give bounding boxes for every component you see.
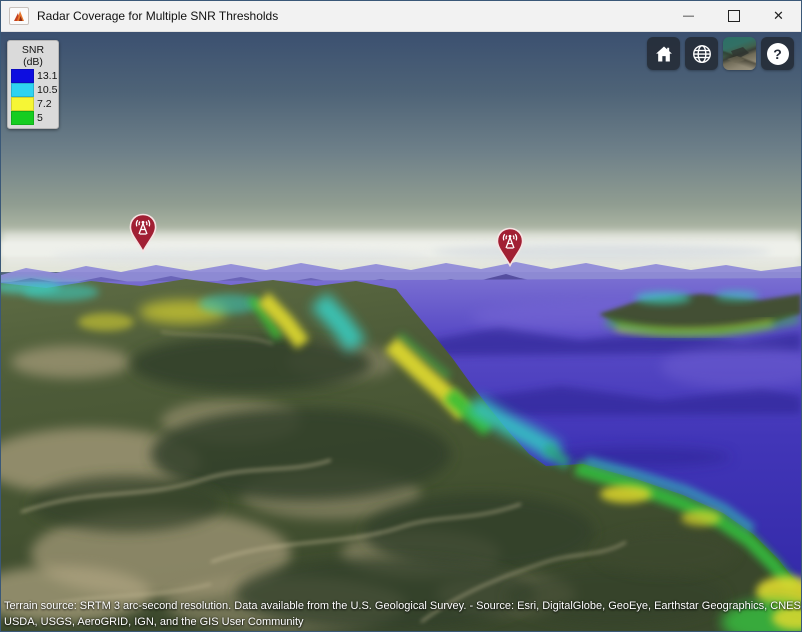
terrain-viewport[interactable]: SNR (dB) 13.1 10.5 7.2 5 <box>1 32 801 632</box>
matlab-membrane-icon <box>9 7 29 25</box>
home-icon <box>654 44 674 64</box>
window-controls: — ✕ <box>666 1 801 31</box>
basemap-picker-button[interactable] <box>723 37 756 70</box>
legend-units: (dB) <box>11 56 55 68</box>
help-glyph: ? <box>773 47 782 61</box>
minimize-button[interactable]: — <box>666 1 711 31</box>
legend-label: 13.1 <box>37 70 57 82</box>
map-toolbar: ? <box>647 37 794 70</box>
legend-label: 5 <box>37 112 43 124</box>
help-button[interactable]: ? <box>761 37 794 70</box>
basemap-thumbnail-icon <box>723 37 756 70</box>
map-attribution: Terrain source: SRTM 3 arc-second resolu… <box>4 598 801 630</box>
legend-row: 5 <box>11 111 55 124</box>
attribution-line-2: USDA, USGS, AeroGRID, IGN, and the GIS U… <box>4 614 801 630</box>
legend-label: 7.2 <box>37 98 52 110</box>
snr-legend: SNR (dB) 13.1 10.5 7.2 5 <box>7 40 59 129</box>
legend-label: 10.5 <box>37 84 57 96</box>
legend-swatch-green <box>11 111 34 125</box>
radar-marker-2[interactable] <box>495 227 525 267</box>
close-button[interactable]: ✕ <box>756 1 801 31</box>
help-icon: ? <box>767 43 789 65</box>
legend-swatch-cyan <box>11 83 34 97</box>
titlebar[interactable]: Radar Coverage for Multiple SNR Threshol… <box>1 1 801 32</box>
window-title: Radar Coverage for Multiple SNR Threshol… <box>37 9 278 23</box>
radar-marker-1[interactable] <box>128 213 158 253</box>
maximize-icon <box>728 10 740 22</box>
maximize-button[interactable] <box>711 1 756 31</box>
minimize-icon: — <box>683 10 694 22</box>
legend-row: 13.1 <box>11 69 55 82</box>
globe-view-button[interactable] <box>685 37 718 70</box>
legend-title: SNR <box>11 44 55 56</box>
close-icon: ✕ <box>773 8 784 24</box>
legend-row: 7.2 <box>11 97 55 110</box>
terrain-scene <box>1 32 801 632</box>
legend-row: 10.5 <box>11 83 55 96</box>
legend-swatch-yellow <box>11 97 34 111</box>
globe-icon <box>691 43 713 65</box>
legend-swatch-blue <box>11 69 34 83</box>
attribution-line-1: Terrain source: SRTM 3 arc-second resolu… <box>4 598 801 614</box>
home-view-button[interactable] <box>647 37 680 70</box>
site-viewer-window: Radar Coverage for Multiple SNR Threshol… <box>0 0 802 632</box>
